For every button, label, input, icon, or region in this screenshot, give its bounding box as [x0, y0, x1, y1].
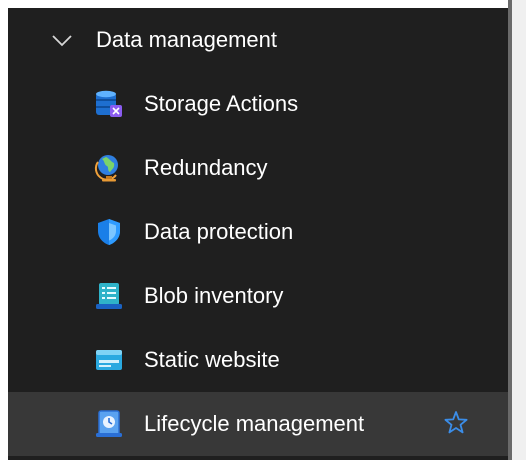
star-icon[interactable]: [442, 409, 470, 437]
shield-icon: [98, 219, 120, 245]
nav-item-blob-inventory[interactable]: Blob inventory: [8, 264, 508, 328]
storage-actions-icon: [96, 90, 122, 117]
nav-item-label: Blob inventory: [144, 283, 284, 308]
nav-item-static-website[interactable]: Static website: [8, 328, 508, 392]
globe-icon: [94, 155, 118, 182]
chevron-down-icon[interactable]: [50, 29, 74, 53]
nav-item-label: Storage Actions: [144, 91, 299, 116]
lifecycle-management-icon: [96, 410, 122, 437]
group-label: Data management: [96, 27, 277, 52]
nav-item-label: Data protection: [144, 219, 294, 244]
nav-item-lifecycle-management[interactable]: Lifecycle management: [8, 392, 508, 456]
navigation-panel: Data management Storage Actions Redundan…: [8, 8, 508, 460]
nav-item-redundancy[interactable]: Redundancy: [8, 136, 508, 200]
static-website-icon: [96, 350, 122, 370]
nav-item-data-protection[interactable]: Data protection: [8, 200, 508, 264]
nav-list: Storage Actions Redundancy Data protecti…: [8, 72, 508, 456]
blob-inventory-icon: [96, 283, 122, 309]
nav-item-label: Redundancy: [144, 155, 268, 180]
right-gutter: [512, 0, 526, 460]
nav-item-label: Static website: [144, 347, 280, 372]
data-management-group-header[interactable]: Data management: [8, 8, 508, 72]
nav-item-label: Lifecycle management: [144, 411, 365, 436]
nav-item-storage-actions[interactable]: Storage Actions: [8, 72, 508, 136]
